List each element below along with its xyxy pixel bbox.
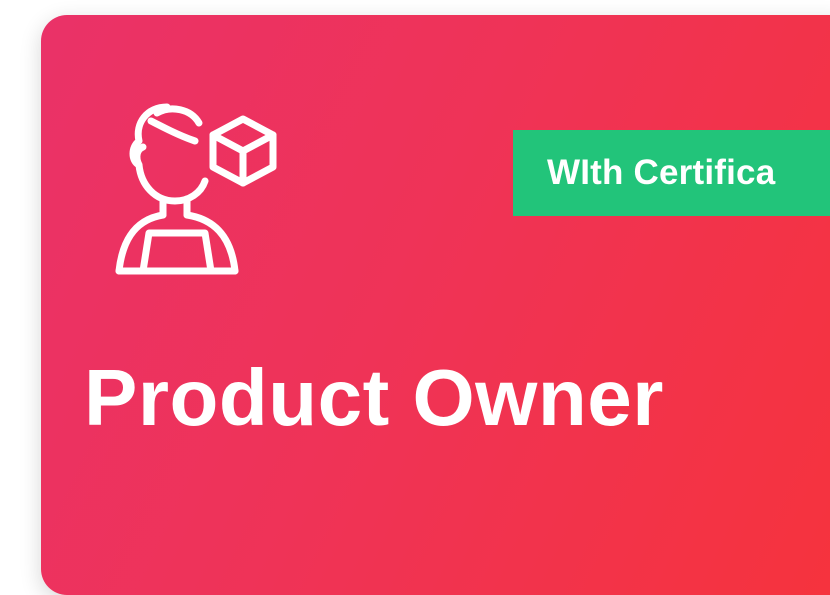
product-owner-icon [115, 103, 277, 275]
course-card[interactable]: WIth Certifica Product Owner [41, 15, 830, 595]
card-title: Product Owner [84, 353, 664, 442]
certificate-badge: WIth Certifica [513, 130, 830, 216]
